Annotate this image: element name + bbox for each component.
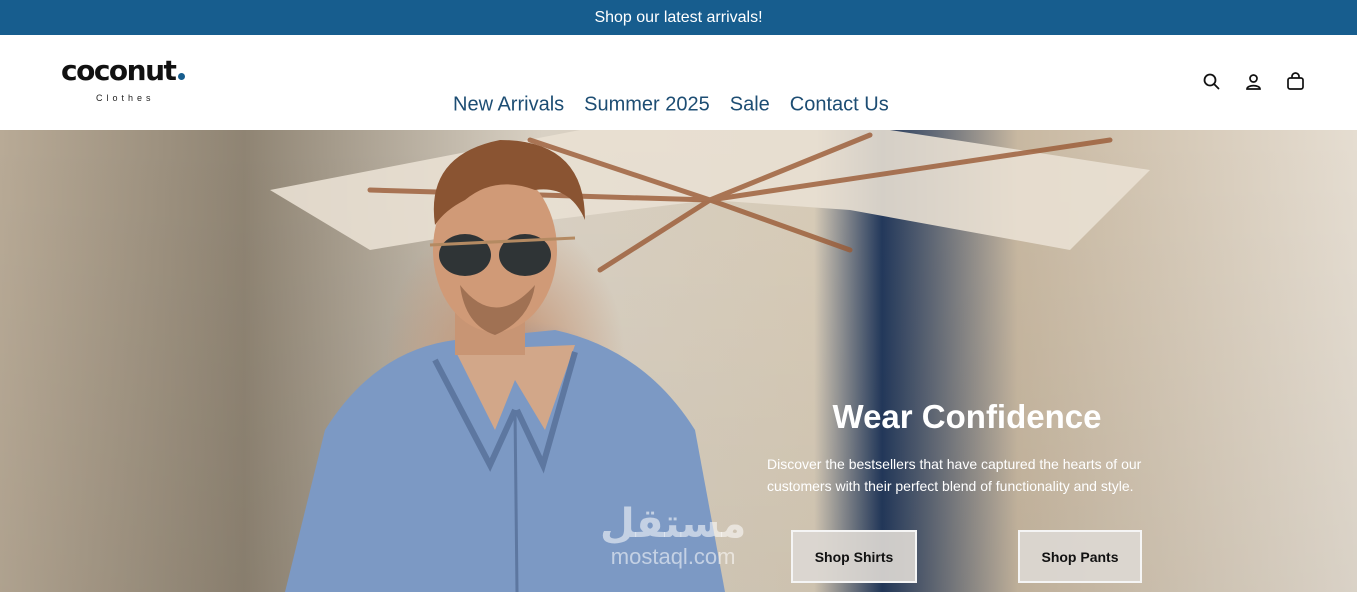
nav-sale[interactable]: Sale bbox=[730, 94, 770, 117]
hero-banner: Wear Confidence Discover the bestsellers… bbox=[0, 130, 1357, 592]
nav-contact-us[interactable]: Contact Us bbox=[790, 94, 889, 117]
shop-shirts-button[interactable]: Shop Shirts bbox=[791, 530, 917, 583]
search-icon[interactable] bbox=[1201, 71, 1221, 91]
brand-dot bbox=[178, 73, 186, 80]
account-icon[interactable] bbox=[1243, 71, 1263, 91]
hero-title: Wear Confidence bbox=[832, 398, 1102, 435]
shop-pants-button[interactable]: Shop Pants bbox=[1018, 530, 1142, 583]
brand-tagline: Clothes bbox=[96, 93, 155, 103]
hero-description: Discover the bestsellers that have captu… bbox=[767, 456, 1142, 494]
main-nav: New Arrivals Summer 2025 Sale Contact Us bbox=[453, 94, 889, 117]
watermark-logo: مستقل mostaql.com bbox=[600, 504, 746, 568]
nav-new-arrivals[interactable]: New Arrivals bbox=[453, 94, 564, 117]
announcement-bar: Shop our latest arrivals! bbox=[0, 0, 1357, 35]
brand-name: coconut bbox=[61, 54, 177, 87]
brand-logo[interactable]: coconut Clothes bbox=[61, 57, 201, 117]
watermark-latin: mostaql.com bbox=[610, 544, 736, 569]
nav-summer-2025[interactable]: Summer 2025 bbox=[584, 94, 710, 117]
announcement-text: Shop our latest arrivals! bbox=[594, 8, 763, 26]
header-actions bbox=[1201, 71, 1305, 91]
cart-icon[interactable] bbox=[1285, 71, 1305, 91]
watermark-arabic: مستقل bbox=[600, 501, 747, 547]
site-header: coconut Clothes New Arrivals Summer 2025… bbox=[0, 35, 1357, 130]
